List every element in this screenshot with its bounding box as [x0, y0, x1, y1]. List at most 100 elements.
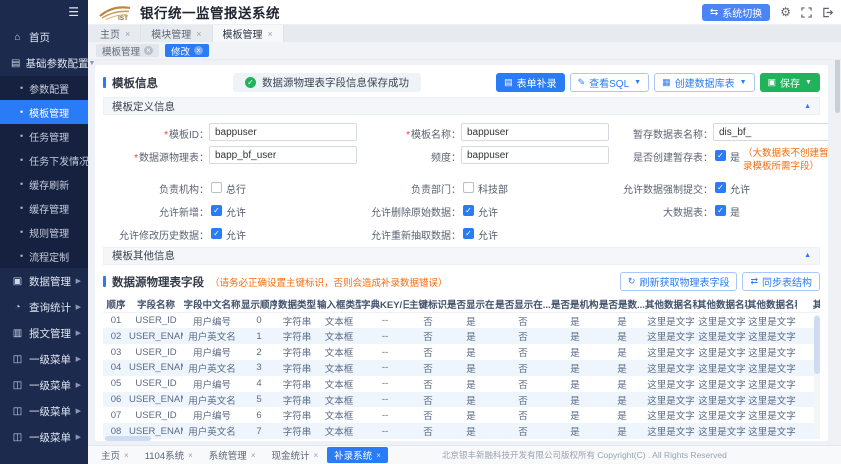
sync-button[interactable]: ⇄同步表结构	[742, 272, 820, 291]
page-scrollbar[interactable]	[834, 25, 841, 445]
form-input[interactable]	[461, 123, 609, 141]
table-row[interactable]: 04USER_ENAME用户英文名3字符串文本框--否是否是是这里是文字这里是文…	[103, 360, 820, 376]
save-button[interactable]: ▣保存▼	[760, 73, 820, 92]
table-cell: 用户编号	[183, 313, 241, 329]
close-icon[interactable]: ×	[268, 29, 273, 39]
bottom-tab[interactable]: 主页 ×	[94, 447, 136, 463]
gear-icon[interactable]: ⚙	[780, 6, 791, 18]
checkbox[interactable]: ✓	[463, 205, 474, 216]
sidebar-item[interactable]: •任务管理	[0, 124, 88, 148]
sql-button[interactable]: ✎查看SQL▼	[570, 73, 650, 92]
sidebar-item[interactable]: •流程定制	[0, 244, 88, 268]
checkbox[interactable]: ✓	[715, 150, 726, 161]
table-row[interactable]: 03USER_ID用户编号2字符串文本框--否是否是是这里是文字这里是文字这里是…	[103, 344, 820, 360]
bottom-tab-label: 主页	[101, 448, 120, 462]
column-header: 字典KEY/日...	[361, 296, 409, 313]
menu-icon: ◫	[11, 406, 24, 417]
column-header: 是否显示在...	[495, 296, 551, 313]
table-row[interactable]: 02USER_ENAME用户英文名1字符串文本框--否是否是是这里是文字这里是文…	[103, 328, 820, 344]
table-cell: 是	[551, 344, 599, 360]
checkbox[interactable]: ✓	[463, 228, 474, 239]
close-icon[interactable]: ×	[196, 29, 201, 39]
table-cell: 否	[495, 313, 551, 329]
bottom-tab[interactable]: 现金统计 ×	[264, 447, 325, 463]
switch-icon: ⇆	[710, 7, 718, 18]
form-input[interactable]	[713, 123, 828, 141]
checkbox-label: 总行	[226, 178, 246, 196]
sidebar-item[interactable]: ⌂首页	[0, 24, 88, 50]
table-cell: 否	[495, 376, 551, 392]
sidebar-item[interactable]: •参数配置	[0, 76, 88, 100]
collapse-sidebar-icon[interactable]: ☰	[68, 5, 79, 19]
sidebar-item[interactable]: •缓存刷新	[0, 172, 88, 196]
sidebar-item[interactable]: ◫一级菜单▶	[0, 346, 88, 372]
sidebar-item[interactable]: •规则管理	[0, 220, 88, 244]
table-cell: 否	[495, 344, 551, 360]
sidebar-item-label: 任务下发情况	[29, 153, 89, 168]
form-field-label: 是否创建暂存表：	[609, 146, 713, 164]
form-field: 负责部门：科技部	[357, 176, 609, 197]
close-icon[interactable]: ×	[314, 451, 319, 460]
app-title: 银行统一监管报送系统	[140, 2, 280, 22]
workspace-tab[interactable]: 主页×	[90, 25, 141, 42]
sidebar-item[interactable]: •任务下发情况	[0, 148, 88, 172]
table-row[interactable]: 06USER_ENAME用户英文名5字符串文本框--否是否是是这里是文字这里是文…	[103, 392, 820, 408]
bottom-tab[interactable]: 1104系统×	[138, 447, 200, 463]
close-icon[interactable]: ×	[376, 451, 381, 460]
checkbox[interactable]: ✓	[211, 228, 222, 239]
collapse-section-icon[interactable]: ▲	[804, 252, 811, 259]
form-input[interactable]	[209, 123, 357, 141]
table-cell: USER_ID	[129, 376, 183, 392]
fullscreen-icon[interactable]	[801, 7, 812, 18]
bottom-tab[interactable]: 补录系统×	[327, 447, 388, 463]
refresh-button[interactable]: ↻刷新获取物理表字段	[620, 272, 738, 291]
close-icon[interactable]: ×	[125, 29, 130, 39]
close-icon[interactable]: ×	[251, 451, 256, 460]
table-row[interactable]: 07USER_ID用户编号6字符串文本框--否是否是是这里是文字这里是文字这里是…	[103, 407, 820, 423]
close-icon[interactable]: ×	[124, 451, 129, 460]
sidebar-item[interactable]: •缓存管理	[0, 196, 88, 220]
sidebar-item[interactable]: ◔查询统计▶	[0, 294, 88, 320]
collapse-section-icon[interactable]: ▲	[804, 103, 811, 110]
form-field: 是否创建暂存表：✓是（大数据表不创建暂存表请勿选择并手工增加补录模板所需字段）	[609, 144, 828, 174]
breadcrumb-chip[interactable]: 模板管理×	[96, 44, 159, 57]
table-header-row: 顺序字段名称字段中文名称显示顺序数据类型输入框类型字典KEY/日...主键标识是…	[103, 296, 820, 313]
close-icon[interactable]: ×	[194, 46, 203, 55]
column-header: 字段中文名称	[183, 296, 241, 313]
sidebar-item[interactable]: ◫一级菜单▶	[0, 398, 88, 424]
checkbox[interactable]	[463, 182, 474, 193]
close-icon[interactable]: ×	[188, 451, 193, 460]
logout-icon[interactable]	[822, 7, 833, 18]
breadcrumb-chip[interactable]: 修改×	[165, 44, 209, 57]
checkbox[interactable]: ✓	[715, 205, 726, 216]
sidebar-item[interactable]: ◫一级菜单▶	[0, 424, 88, 450]
bottom-tab-label: 现金统计	[271, 448, 309, 462]
bottom-tab[interactable]: 系统管理×	[202, 447, 263, 463]
close-icon[interactable]: ×	[144, 46, 153, 55]
sidebar-item[interactable]: ▣数据管理▶	[0, 268, 88, 294]
sidebar-item[interactable]: ◫一级菜单▶	[0, 372, 88, 398]
table-row[interactable]: 01USER_ID用户编号0字符串文本框--否是否是是这里是文字这里是文字这里是…	[103, 313, 820, 329]
checkbox[interactable]	[211, 182, 222, 193]
checkbox[interactable]: ✓	[715, 182, 726, 193]
form-input[interactable]	[209, 146, 357, 164]
refresh-icon: ↻	[628, 276, 636, 287]
sidebar-item[interactable]: ▥报文管理▶	[0, 320, 88, 346]
db-button[interactable]: ▦创建数据库表▼	[654, 73, 754, 92]
table-vertical-scrollbar[interactable]	[814, 314, 820, 435]
workspace-tab[interactable]: 模板管理×	[213, 25, 284, 42]
checkbox[interactable]: ✓	[211, 205, 222, 216]
table-horizontal-scrollbar[interactable]	[103, 436, 820, 441]
form-field-label: 允许数据强制提交：	[609, 178, 713, 196]
sidebar-item[interactable]: ▤基础参数配置▼	[0, 50, 88, 76]
form-button[interactable]: ▤表单补录	[496, 73, 565, 92]
workspace-tab-label: 模块管理	[151, 26, 191, 41]
checkbox-label: 允许	[226, 224, 246, 242]
workspace-tab[interactable]: 模块管理 ×	[141, 25, 212, 42]
form-input[interactable]	[461, 146, 609, 164]
field-warning-note: （大数据表不创建暂存表请勿选择并手工增加补录模板所需字段）	[743, 146, 828, 174]
sidebar-item[interactable]: •模板管理	[0, 100, 88, 124]
table-row[interactable]: 05USER_ID用户编号4字符串文本框--否是否是是这里是文字这里是文字这里是…	[103, 376, 820, 392]
table-cell: --	[361, 360, 409, 376]
system-switch-button[interactable]: ⇆ 系统切换	[702, 4, 770, 21]
